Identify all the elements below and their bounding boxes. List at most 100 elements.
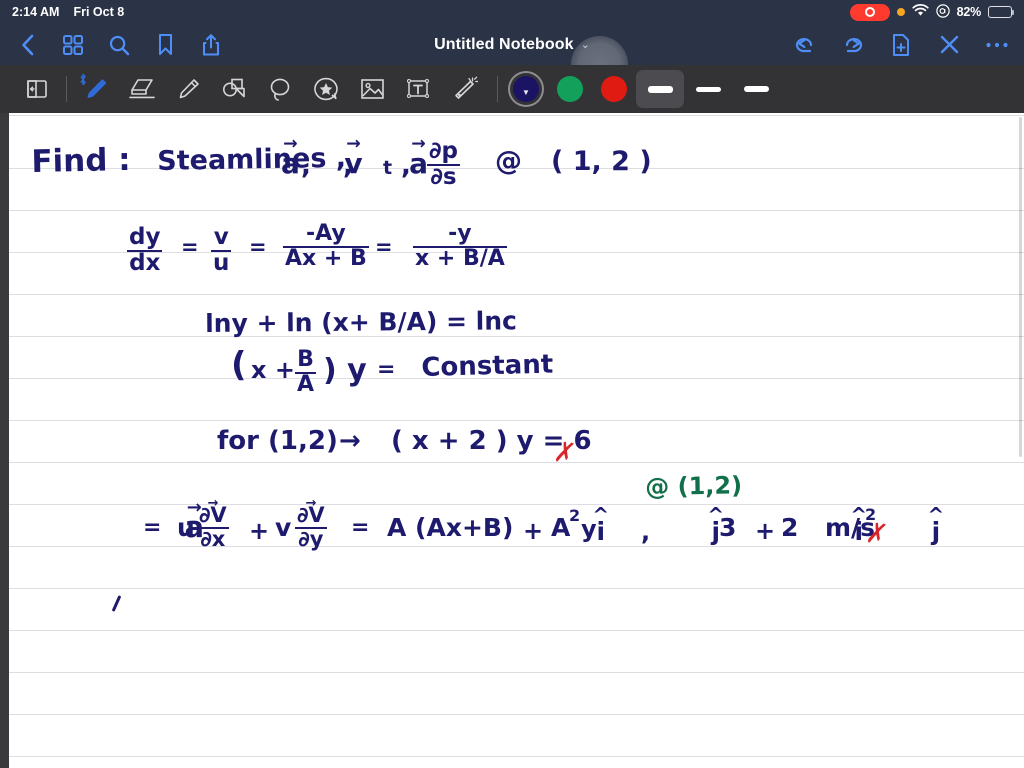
- notebook-page[interactable]: Find : Steamlines , a , v , a t , ∂p ∂s …: [0, 113, 1024, 768]
- note-eq-2-1: =: [181, 235, 199, 259]
- ipad-notability-screen: 2:14 AM Fri Oct 8 82% Untitled Notebook …: [0, 0, 1024, 768]
- frac-numerator: ∂V: [197, 504, 229, 529]
- note-line-4-x: x +: [251, 356, 295, 384]
- orange-privacy-dot-icon: [896, 8, 905, 16]
- note-vector-a: a: [281, 147, 300, 180]
- page-grid-button[interactable]: [60, 32, 86, 58]
- note-point-1-2: ( 1, 2 ): [551, 146, 652, 177]
- frac-denominator: Ax + B: [285, 245, 367, 271]
- note-comma-2: ,: [343, 151, 353, 181]
- shapes-tool[interactable]: [211, 69, 257, 109]
- note-line-6-eq-2: =: [351, 515, 370, 540]
- stroke-width-medium[interactable]: [684, 70, 732, 108]
- note-eq-2-3: =: [375, 235, 393, 259]
- frac-numerator: ∂p: [427, 138, 460, 166]
- lasso-tool[interactable]: [257, 69, 303, 109]
- ios-status-bar: 2:14 AM Fri Oct 8 82%: [0, 0, 1024, 24]
- note-line-6-term-2: A: [551, 513, 571, 542]
- note-line-6-result-1: 3: [719, 513, 737, 542]
- status-bar-right: 82%: [849, 3, 1015, 21]
- note-line-6-plus-2: +: [523, 517, 544, 545]
- frac-denominator: u: [213, 249, 230, 276]
- note-line-6-plus-3: +: [755, 517, 776, 545]
- color-swatch-red[interactable]: [592, 69, 636, 109]
- page-title[interactable]: Untitled Notebook: [434, 36, 573, 54]
- focus-icon: [935, 3, 950, 21]
- image-tool[interactable]: [349, 69, 395, 109]
- palette-divider-colors: [497, 76, 498, 102]
- frac-numerator: dy: [127, 224, 163, 252]
- nav-left-group: [14, 32, 224, 58]
- page-left-margin: [0, 113, 9, 768]
- frac-denominator: x + B/A: [415, 245, 505, 271]
- note-frac-dy-dx: dy dx: [127, 224, 163, 276]
- bluetooth-icon: [79, 73, 87, 89]
- tool-palette: ▼: [0, 65, 1024, 113]
- note-green-annotation: @ (1,2): [645, 471, 743, 501]
- note-line-4-rhs: Constant: [421, 349, 554, 383]
- frac-numerator: -y: [413, 222, 507, 248]
- note-line-4-paren-open: (: [231, 345, 247, 385]
- frac-numerator: B: [295, 348, 317, 374]
- status-date: Fri Oct 8: [73, 5, 125, 19]
- note-frac-dv-dy: ∂V ∂y: [295, 504, 327, 551]
- color-dot-red: [601, 76, 627, 102]
- page-scrollbar[interactable]: [1019, 117, 1022, 457]
- screen-recording-indicator-icon[interactable]: [849, 3, 890, 21]
- frac-numerator: ∂V: [295, 504, 327, 529]
- back-button[interactable]: [14, 32, 40, 58]
- paper-canvas[interactable]: Find : Steamlines , a , v , a t , ∂p ∂s …: [9, 113, 1024, 768]
- note-line-6-y: y: [581, 515, 597, 543]
- status-time: 2:14 AM: [12, 5, 60, 19]
- note-eq-2-2: =: [249, 235, 267, 259]
- battery-percentage: 82%: [956, 5, 982, 19]
- close-button[interactable]: [936, 32, 962, 58]
- bookmark-button[interactable]: [152, 32, 178, 58]
- pen-tool[interactable]: [73, 69, 119, 109]
- note-line-6-exponent: 2: [569, 506, 581, 525]
- note-line-6-comma: ,: [641, 518, 651, 546]
- frac-denominator: dx: [129, 249, 161, 276]
- note-frac-neg-y: -y x + B/A: [413, 222, 507, 271]
- frac-denominator: A: [297, 371, 315, 397]
- note-subscript-t: t: [383, 157, 393, 179]
- note-comma-1: ,: [301, 151, 311, 181]
- stroke-bar-thin: [743, 86, 769, 92]
- color-dot-navy: ▼: [513, 76, 539, 102]
- app-nav-bar: Untitled Notebook ⌄: [0, 24, 1024, 93]
- wifi-icon: [911, 4, 929, 20]
- stroke-width-thin[interactable]: [732, 70, 780, 108]
- frac-denominator: ∂s: [430, 163, 457, 190]
- more-options-button[interactable]: [984, 32, 1010, 58]
- note-comma-3: ,: [401, 151, 411, 181]
- color-dot-green: [557, 76, 583, 102]
- battery-icon: [988, 6, 1015, 18]
- note-frac-dv-dx: ∂V ∂x: [197, 504, 229, 551]
- note-line-5-arrow: →: [339, 426, 361, 456]
- note-line-1-body: Steamlines ,: [157, 142, 347, 177]
- note-line-6-u: u: [177, 513, 195, 542]
- page-layout-tool[interactable]: [14, 69, 60, 109]
- color-swatch-navy[interactable]: ▼: [504, 69, 548, 109]
- highlighter-tool[interactable]: [165, 69, 211, 109]
- stroke-width-thick[interactable]: [636, 70, 684, 108]
- frac-denominator: ∂y: [298, 526, 324, 551]
- note-line-4-paren-close: ) y: [323, 353, 367, 388]
- frac-numerator: -Ay: [283, 222, 369, 248]
- sticker-tool[interactable]: [303, 69, 349, 109]
- undo-button[interactable]: [792, 32, 818, 58]
- note-line-4-eq: =: [377, 357, 396, 382]
- stroke-bar-medium: [695, 86, 721, 92]
- color-swatch-green[interactable]: [548, 69, 592, 109]
- share-button[interactable]: [198, 32, 224, 58]
- note-frac-b-a: B A: [295, 348, 317, 397]
- new-page-button[interactable]: [888, 32, 914, 58]
- magic-tool[interactable]: [441, 69, 487, 109]
- search-button[interactable]: [106, 32, 132, 58]
- nav-right-group: [792, 32, 1010, 58]
- note-line-6-term-1: A (Ax+B): [387, 513, 514, 542]
- redo-button[interactable]: [840, 32, 866, 58]
- text-tool[interactable]: [395, 69, 441, 109]
- eraser-tool[interactable]: [119, 69, 165, 109]
- note-line-6-v: v: [275, 513, 292, 542]
